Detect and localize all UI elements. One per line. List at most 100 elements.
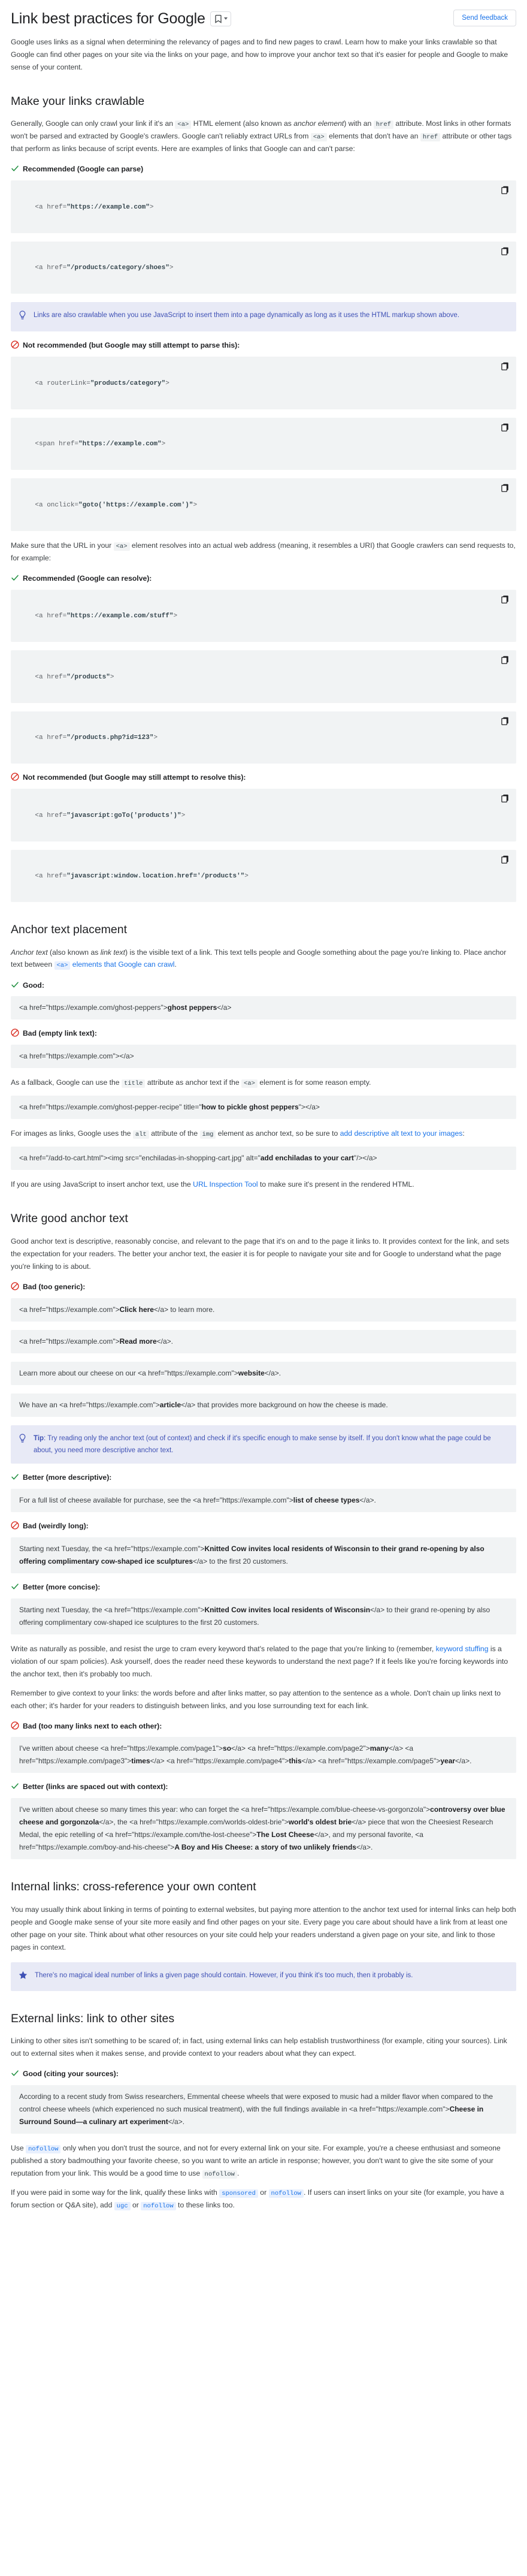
inline-code-anchor-2: <a>: [310, 133, 327, 142]
link-keyword-stuffing[interactable]: keyword stuffing: [436, 1645, 489, 1653]
copy-icon[interactable]: [499, 594, 510, 605]
copy-icon[interactable]: [499, 654, 510, 665]
sample-anchor-text: times: [131, 1757, 150, 1766]
sample-block: Starting next Tuesday, the <a href="http…: [11, 1537, 516, 1573]
code-string: "https://example.com/stuff": [66, 613, 174, 620]
code-block: <a onclick="goto('https://example.com')"…: [11, 478, 516, 531]
code-text: <a href=: [35, 812, 67, 819]
sample-anchor-text: Knitted Cow invites local residents of W…: [204, 1605, 371, 1614]
sample-anchor-text: many: [369, 1744, 389, 1753]
code-block: <a href="https://example.com">: [11, 180, 516, 233]
text-run: or: [258, 2188, 269, 2197]
label-text: Not recommended (but Google may still at…: [23, 341, 240, 350]
text-run: Use: [11, 2143, 26, 2152]
code-text: <a href=: [35, 264, 67, 272]
code-block: <a href="javascript:goTo('products')">: [11, 789, 516, 841]
code-text: >: [161, 441, 166, 448]
external-paragraph-3: If you were paid in some way for the lin…: [11, 2186, 516, 2212]
good-anchor-paragraph-1: Good anchor text is descriptive, reasona…: [11, 1236, 510, 1271]
code-string: "/products.php?id=123": [66, 734, 154, 742]
check-icon: [11, 1782, 19, 1794]
placement-paragraph-3: For images as links, Google uses the alt…: [11, 1127, 516, 1140]
code-text: >: [173, 613, 178, 620]
inline-code-ugc: ugc: [114, 2202, 131, 2211]
section-heading-good-anchor: Write good anchor text: [11, 1212, 128, 1226]
send-feedback-button[interactable]: Send feedback: [453, 10, 516, 26]
copy-icon[interactable]: [499, 246, 510, 257]
sample-text: <a href="https://example.com/ghost-peppe…: [19, 1003, 168, 1012]
sample-text: I've written about cheese <a href="https…: [19, 1744, 223, 1753]
text-run: If you were paid in some way for the lin…: [11, 2188, 220, 2197]
copy-icon[interactable]: [499, 361, 510, 372]
sample-block: <a href="https://example.com"></a>: [11, 1045, 516, 1069]
label-not-recommended-resolve: Not recommended (but Google may still at…: [11, 772, 516, 785]
tip-text: : Try reading only the anchor text (out …: [34, 1434, 491, 1454]
bookmark-button[interactable]: [210, 11, 231, 26]
inline-code-alt: alt: [132, 1130, 149, 1139]
check-icon: [11, 164, 19, 176]
code-text: >: [153, 734, 158, 742]
copy-icon[interactable]: [499, 185, 510, 195]
sample-text: </a>.: [356, 1843, 373, 1852]
label-text: Bad (weirdly long):: [23, 1521, 89, 1530]
sample-text: Starting next Tuesday, the <a href="http…: [19, 1605, 205, 1614]
prohibited-icon: [11, 340, 19, 352]
label-text: Recommended (Google can parse): [23, 165, 144, 174]
code-text: <a href=: [35, 673, 67, 681]
sample-block: I've written about cheese <a href="https…: [11, 1737, 516, 1773]
sample-text: </a>.: [168, 2117, 185, 2126]
copy-icon[interactable]: [499, 482, 510, 493]
inline-code-anchor-3: <a>: [113, 542, 130, 551]
text-run: Write as naturally as possible, and resi…: [11, 1644, 436, 1653]
code-text: >: [149, 203, 154, 211]
sample-text: </a> to learn more.: [153, 1305, 215, 1314]
text-run: attribute of the: [149, 1129, 200, 1138]
code-string: "/products/category/shoes": [66, 264, 169, 272]
inline-code-nofollow: nofollow: [26, 2144, 61, 2153]
callout-text: Links are also crawlable when you use Ja…: [34, 312, 460, 319]
sample-text: For a full list of cheese available for …: [19, 1495, 293, 1504]
sample-block: <a href="https://example.com">Read more<…: [11, 1329, 516, 1353]
intro-paragraph: Google uses links as a signal when deter…: [11, 38, 508, 71]
crawlable-paragraph-2: Make sure that the URL in your <a> eleme…: [11, 539, 516, 565]
text-run: to these links too.: [175, 2201, 235, 2210]
code-text: >: [110, 673, 114, 681]
sample-text: </a>.: [264, 1368, 281, 1377]
sample-block: I've written about cheese so many times …: [11, 1798, 516, 1860]
sample-text: </a>.: [156, 1337, 173, 1346]
sample-text: </a>, the <a href="https://example.com/w…: [99, 1818, 289, 1827]
text-run: attribute as anchor text if the: [145, 1078, 242, 1087]
copy-icon[interactable]: [499, 793, 510, 804]
text-run: elements that don't have an: [326, 132, 420, 141]
text-run: If you are using JavaScript to insert an…: [11, 1180, 193, 1189]
code-block: <a href="javascript:window.location.href…: [11, 849, 516, 903]
external-paragraph-2: Use nofollow only when you don't trust t…: [11, 2142, 516, 2180]
tip-callout: Tip: Try reading only the anchor text (o…: [11, 1425, 516, 1464]
label-text: Better (more descriptive):: [23, 1473, 112, 1482]
sample-block: We have an <a href="https://example.com"…: [11, 1393, 516, 1417]
text-run: As a fallback, Google can use the: [11, 1078, 122, 1087]
copy-icon[interactable]: [499, 854, 510, 865]
code-block: <a href="/products">: [11, 650, 516, 703]
text-run: element as anchor text, so be sure to: [216, 1129, 340, 1138]
check-icon: [11, 1582, 19, 1594]
sample-text: I've written about cheese so many times …: [19, 1805, 431, 1814]
link-url-inspection-tool[interactable]: URL Inspection Tool: [193, 1180, 258, 1189]
code-string: "https://example.com": [66, 203, 150, 211]
text-run: HTML element (also known as: [191, 119, 294, 128]
sample-alt-text: add enchiladas to your cart: [260, 1154, 354, 1163]
code-string: "/products": [66, 673, 110, 681]
copy-icon[interactable]: [499, 422, 510, 433]
prohibited-icon: [11, 773, 19, 785]
link-add-descriptive-alt-text[interactable]: add descriptive alt text to your images: [340, 1129, 463, 1138]
sample-anchor-text: year: [440, 1757, 456, 1766]
code-text: <a href=: [35, 203, 67, 211]
copy-icon[interactable]: [499, 716, 510, 726]
text-run: .: [174, 960, 177, 969]
sample-text: Starting next Tuesday, the <a href="http…: [19, 1544, 205, 1553]
code-text: <a onclick=: [35, 501, 79, 509]
link-elements-google-can-crawl[interactable]: elements that Google can crawl: [72, 960, 175, 969]
sample-text: According to a recent study from Swiss r…: [19, 2092, 493, 2113]
text-run: .: [237, 2168, 240, 2177]
label-text: Recommended (Google can resolve):: [23, 574, 152, 583]
